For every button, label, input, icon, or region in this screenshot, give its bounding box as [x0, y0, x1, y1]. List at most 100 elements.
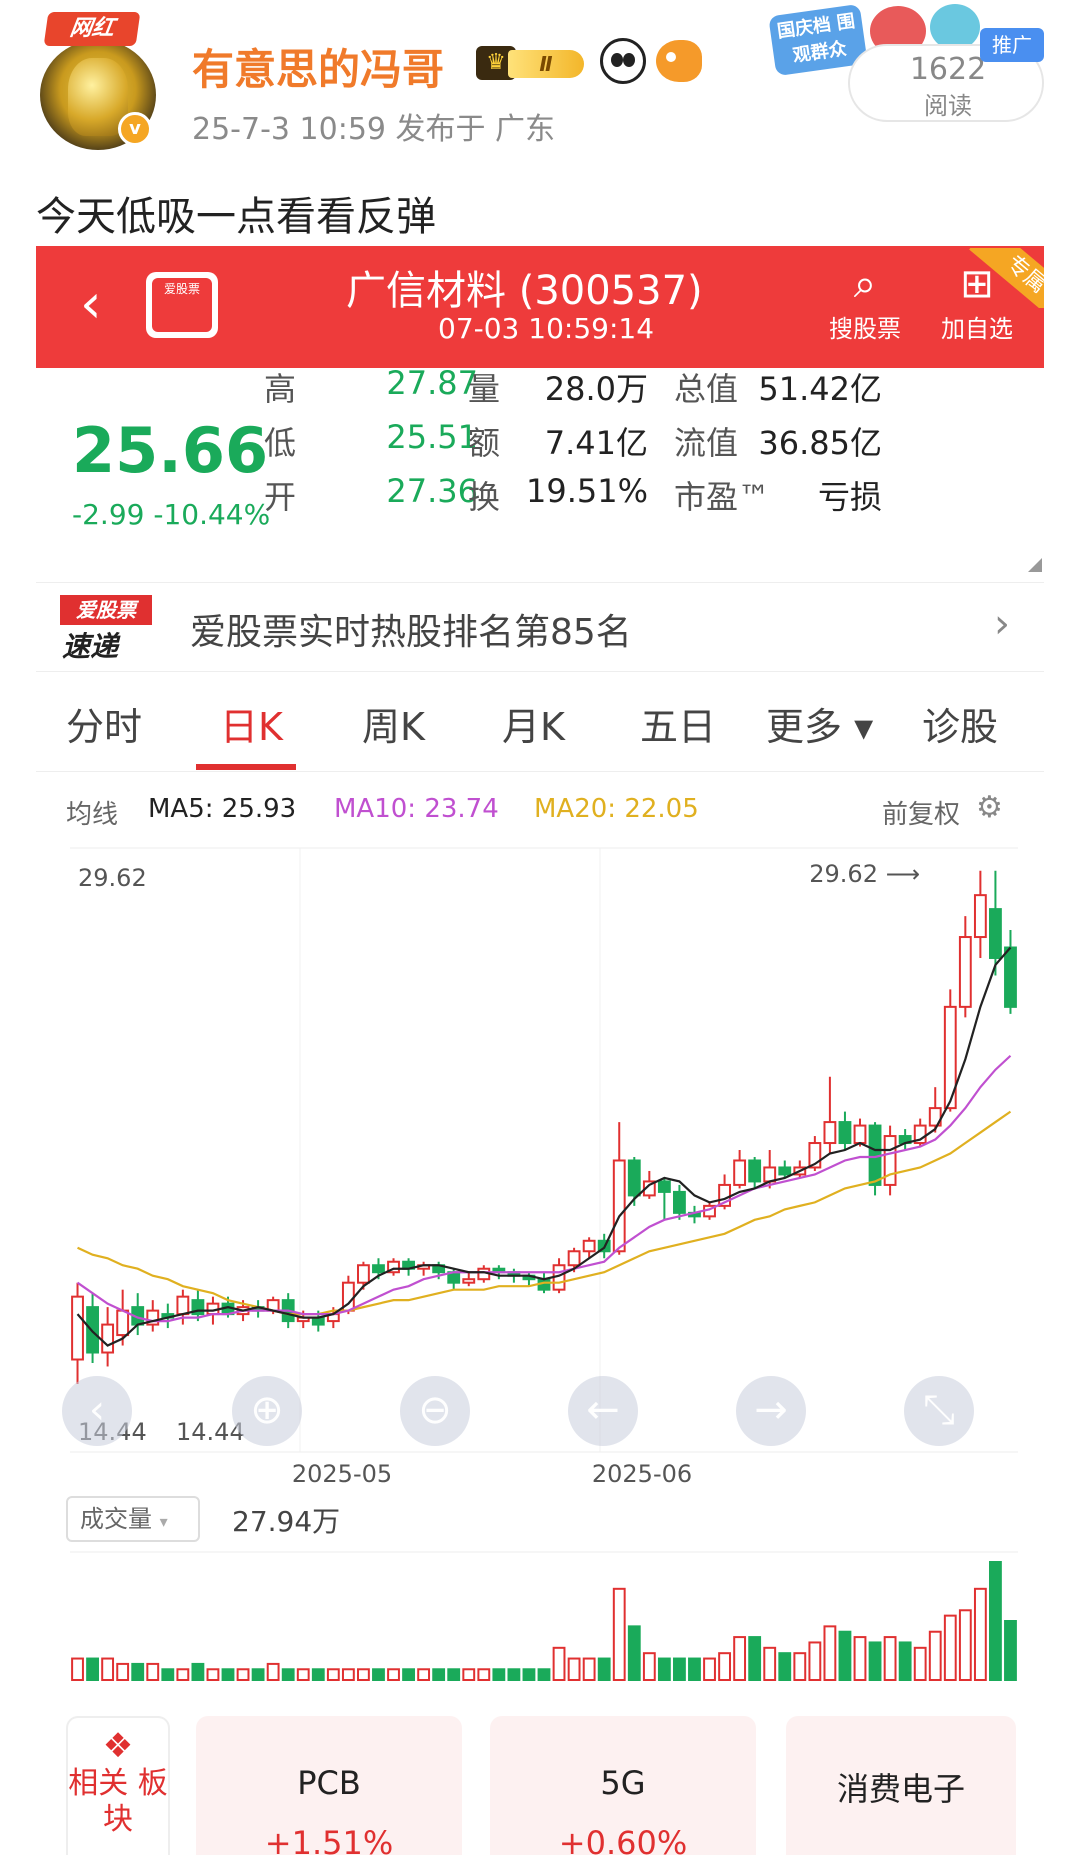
username[interactable]: 有意思的冯哥 — [192, 36, 444, 97]
volume-bar — [131, 1662, 145, 1681]
back-arrow-icon[interactable]: ‹ — [80, 274, 130, 334]
volume-bar — [883, 1636, 897, 1682]
quote-label: 额 — [468, 424, 501, 462]
volume-bar — [718, 1652, 731, 1681]
read-label: 阅读 — [924, 92, 972, 120]
quote-label: 高 — [264, 370, 297, 408]
volume-bar — [477, 1668, 491, 1682]
candle-body — [627, 1159, 641, 1197]
volume-bar — [522, 1668, 536, 1682]
x-tick-label: 2025-06 — [592, 1460, 692, 1488]
hot-rank-bar[interactable]: 爱股票 速递 爱股票实时热股排名第85名 › — [36, 582, 1044, 672]
price-change: -2.99 -10.44% — [72, 498, 271, 531]
volume-bar — [808, 1641, 822, 1681]
ad-tag[interactable]: 推广 — [980, 28, 1044, 62]
x-axis: 2025-05 2025-06 — [292, 1460, 692, 1488]
candle-body — [372, 1264, 385, 1274]
candlestick-chart[interactable]: 29.6214.4414.4429.62 ⟶ — [0, 840, 1079, 1455]
volume-bar — [206, 1668, 220, 1682]
stock-title: 广信材料 (300537) — [346, 268, 703, 314]
volume-bar — [266, 1662, 280, 1681]
volume-bar — [296, 1668, 310, 1682]
tab-monthly-k[interactable]: 月K — [502, 696, 565, 751]
candle-body — [176, 1295, 190, 1316]
quote-value: 27.36 — [386, 472, 478, 510]
search-stock-label: 搜股票 — [829, 315, 901, 343]
quote-value: 51.42亿 — [758, 370, 882, 408]
expand-corner-icon[interactable] — [1028, 558, 1042, 572]
volume-bar — [176, 1668, 190, 1682]
volume-bar — [326, 1668, 340, 1682]
ma20-value: MA20: 22.05 — [534, 794, 699, 824]
adjust-mode[interactable]: 前复权 — [882, 794, 960, 831]
volume-bar — [913, 1646, 927, 1682]
volume-bar — [673, 1657, 686, 1682]
volume-bar — [251, 1668, 265, 1682]
candle-body — [748, 1159, 762, 1183]
arrow-right-icon[interactable]: → — [736, 1376, 806, 1446]
hot-logo: 爱股票 速递 — [60, 595, 156, 663]
active-tab-indicator — [196, 764, 296, 770]
tab-daily-k[interactable]: 日K — [220, 696, 283, 751]
volume-bar — [402, 1668, 415, 1682]
search-stock-button[interactable]: ⌕ 搜股票 — [820, 256, 910, 356]
tab-weekly-k[interactable]: 周K — [362, 696, 425, 751]
volume-label: 成交量 — [80, 1505, 152, 1533]
quote-label: 换 — [468, 478, 501, 516]
candle-body — [973, 894, 987, 939]
volume-bar — [989, 1561, 1002, 1681]
zoom-out-icon[interactable]: ⊖ — [400, 1376, 470, 1446]
current-price: 25.66 — [72, 414, 269, 487]
tab-more[interactable]: 更多 ▾ — [766, 696, 873, 751]
volume-bar — [612, 1587, 626, 1681]
arrow-left-icon[interactable]: ← — [568, 1376, 638, 1446]
post-meta: 25-7-3 10:59 发布于 广东 — [192, 112, 556, 147]
candle-body — [71, 1295, 84, 1361]
sector-name: 消费电子 — [836, 1770, 965, 1808]
sector-card[interactable]: 消费电子 — [786, 1716, 1016, 1855]
volume-bar — [492, 1668, 506, 1682]
verified-icon: v — [118, 112, 152, 146]
volume-bar — [311, 1668, 325, 1682]
volume-bar — [627, 1625, 641, 1682]
volume-selector[interactable]: 成交量 ▾ — [66, 1496, 200, 1542]
volume-bar — [597, 1657, 611, 1682]
volume-bar — [101, 1657, 115, 1682]
volume-bar — [161, 1668, 175, 1682]
volume-bar — [778, 1652, 792, 1681]
candle-body — [883, 1135, 897, 1186]
sector-card[interactable]: 5G +0.60% — [490, 1716, 756, 1855]
volume-bar — [552, 1646, 566, 1682]
volume-bar — [973, 1587, 987, 1681]
candle-body — [823, 1121, 837, 1145]
collapse-icon[interactable]: ‹ — [62, 1376, 132, 1446]
zoom-in-icon[interactable]: ⊕ — [232, 1376, 302, 1446]
quote-value: 19.51% — [526, 472, 649, 510]
tab-diagnose[interactable]: 诊股 — [922, 696, 998, 751]
layers-icon: ❖ — [102, 1726, 134, 1766]
zhuanshu-ribbon: 专属 — [940, 248, 1044, 308]
wanghong-badge: 网红 — [43, 12, 141, 46]
tab-five-day[interactable]: 五日 — [640, 696, 716, 751]
high-marker-label: 29.62 ⟶ — [809, 860, 920, 888]
sector-card[interactable]: PCB +1.51% — [196, 1716, 462, 1855]
sector-name: PCB — [297, 1764, 361, 1802]
quote-label: 开 — [264, 478, 297, 516]
volume-bar — [191, 1662, 205, 1681]
volume-bar — [432, 1668, 446, 1682]
volume-bar — [86, 1657, 99, 1682]
fullscreen-icon[interactable]: ⤡ — [904, 1376, 974, 1446]
ma-label: 均线 — [66, 800, 119, 830]
level-badge[interactable]: ♛ Ⅱ — [476, 42, 586, 82]
period-tabs: 分时 日K 周K 月K 五日 更多 ▾ 诊股 — [36, 672, 1044, 772]
tab-fenshi[interactable]: 分时 — [66, 696, 142, 751]
related-sectors-button[interactable]: ❖ 相关 板块 — [66, 1716, 170, 1855]
gear-icon[interactable]: ⚙ — [976, 790, 1003, 825]
sector-change: +0.60% — [558, 1824, 688, 1855]
candle-body — [673, 1190, 686, 1214]
dropdown-icon: ▾ — [159, 1512, 168, 1531]
app-logo-text: 爱股票 — [152, 278, 212, 332]
candle-body — [958, 936, 972, 1008]
volume-bar — [341, 1668, 355, 1682]
candle-body — [838, 1121, 852, 1145]
